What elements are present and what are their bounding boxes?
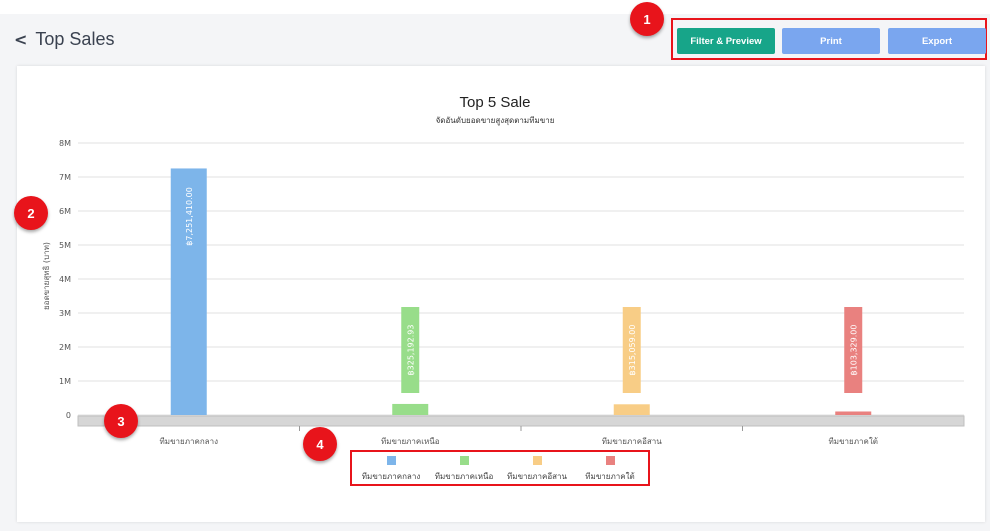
y-tick-label: 0 — [66, 411, 71, 420]
legend-label: ทีมขายภาคกลาง — [361, 472, 421, 481]
legend-swatch — [459, 456, 469, 465]
y-tick-label: 8M — [59, 139, 71, 148]
y-tick-label: 7M — [59, 173, 71, 182]
y-tick-label: 3M — [59, 309, 71, 318]
y-tick-label: 6M — [59, 207, 71, 216]
x-tick-labels: ทีมขายภาคกลาง ทีมขายภาคเหนือ ทีมขายภาคอีสา… — [160, 426, 878, 446]
y-tick-label: 1M — [59, 377, 71, 386]
data-label: ฿315,059.00 — [628, 325, 637, 376]
bars: ฿7,251,410.00 ฿325,192.93 ฿315,059.00 ฿103,… — [170, 168, 872, 415]
data-label: ฿7,251,410.00 — [185, 187, 194, 246]
x-scrollbar[interactable] — [78, 416, 964, 426]
chart-legend: ทีมขายภาคกลาง ทีมขายภาคเหนือ ทีมขายภาคอีสา… — [350, 450, 650, 486]
marker-1: 1 — [630, 2, 664, 36]
y-tick-label: 5M — [59, 241, 71, 250]
legend-item[interactable]: ทีมขายภาคอีสาน — [500, 454, 574, 483]
legend-label: ทีมขายภาคอีสาน — [507, 472, 567, 481]
x-tick-label: ทีมขายภาคเหนือ — [381, 437, 440, 446]
y-tick-labels: 0 1M 2M 3M 4M 5M 6M 7M 8M — [59, 139, 71, 420]
grid-lines — [78, 142, 964, 416]
marker-2: 2 — [14, 196, 48, 230]
x-tick-label: ทีมขายภาคกลาง — [160, 437, 219, 446]
data-label: ฿103,329.00 — [849, 325, 858, 376]
legend-swatch — [386, 456, 396, 465]
y-axis-label: ยอดขายสุทธิ (บาท) — [42, 242, 51, 310]
x-tick-label: ทีมขายภาคใต้ — [829, 437, 878, 446]
marker-3: 3 — [104, 404, 138, 438]
legend-label: ทีมขายภาคใต้ — [585, 472, 635, 481]
x-tick-label: ทีมขายภาคอีสาน — [602, 437, 662, 446]
marker-4: 4 — [303, 427, 337, 461]
bar[interactable] — [613, 404, 650, 415]
bar[interactable] — [835, 411, 872, 415]
y-tick-label: 4M — [59, 275, 71, 284]
legend-swatch — [605, 456, 615, 465]
legend-item[interactable]: ทีมขายภาคเหนือ — [427, 454, 501, 483]
legend-swatch — [532, 456, 542, 465]
y-tick-label: 2M — [59, 343, 71, 352]
legend-item[interactable]: ทีมขายภาคกลาง — [354, 454, 428, 483]
data-label: ฿325,192.93 — [406, 325, 415, 376]
legend-item[interactable]: ทีมขายภาคใต้ — [573, 454, 647, 483]
legend-label: ทีมขายภาคเหนือ — [434, 472, 494, 481]
bar[interactable] — [392, 403, 429, 415]
